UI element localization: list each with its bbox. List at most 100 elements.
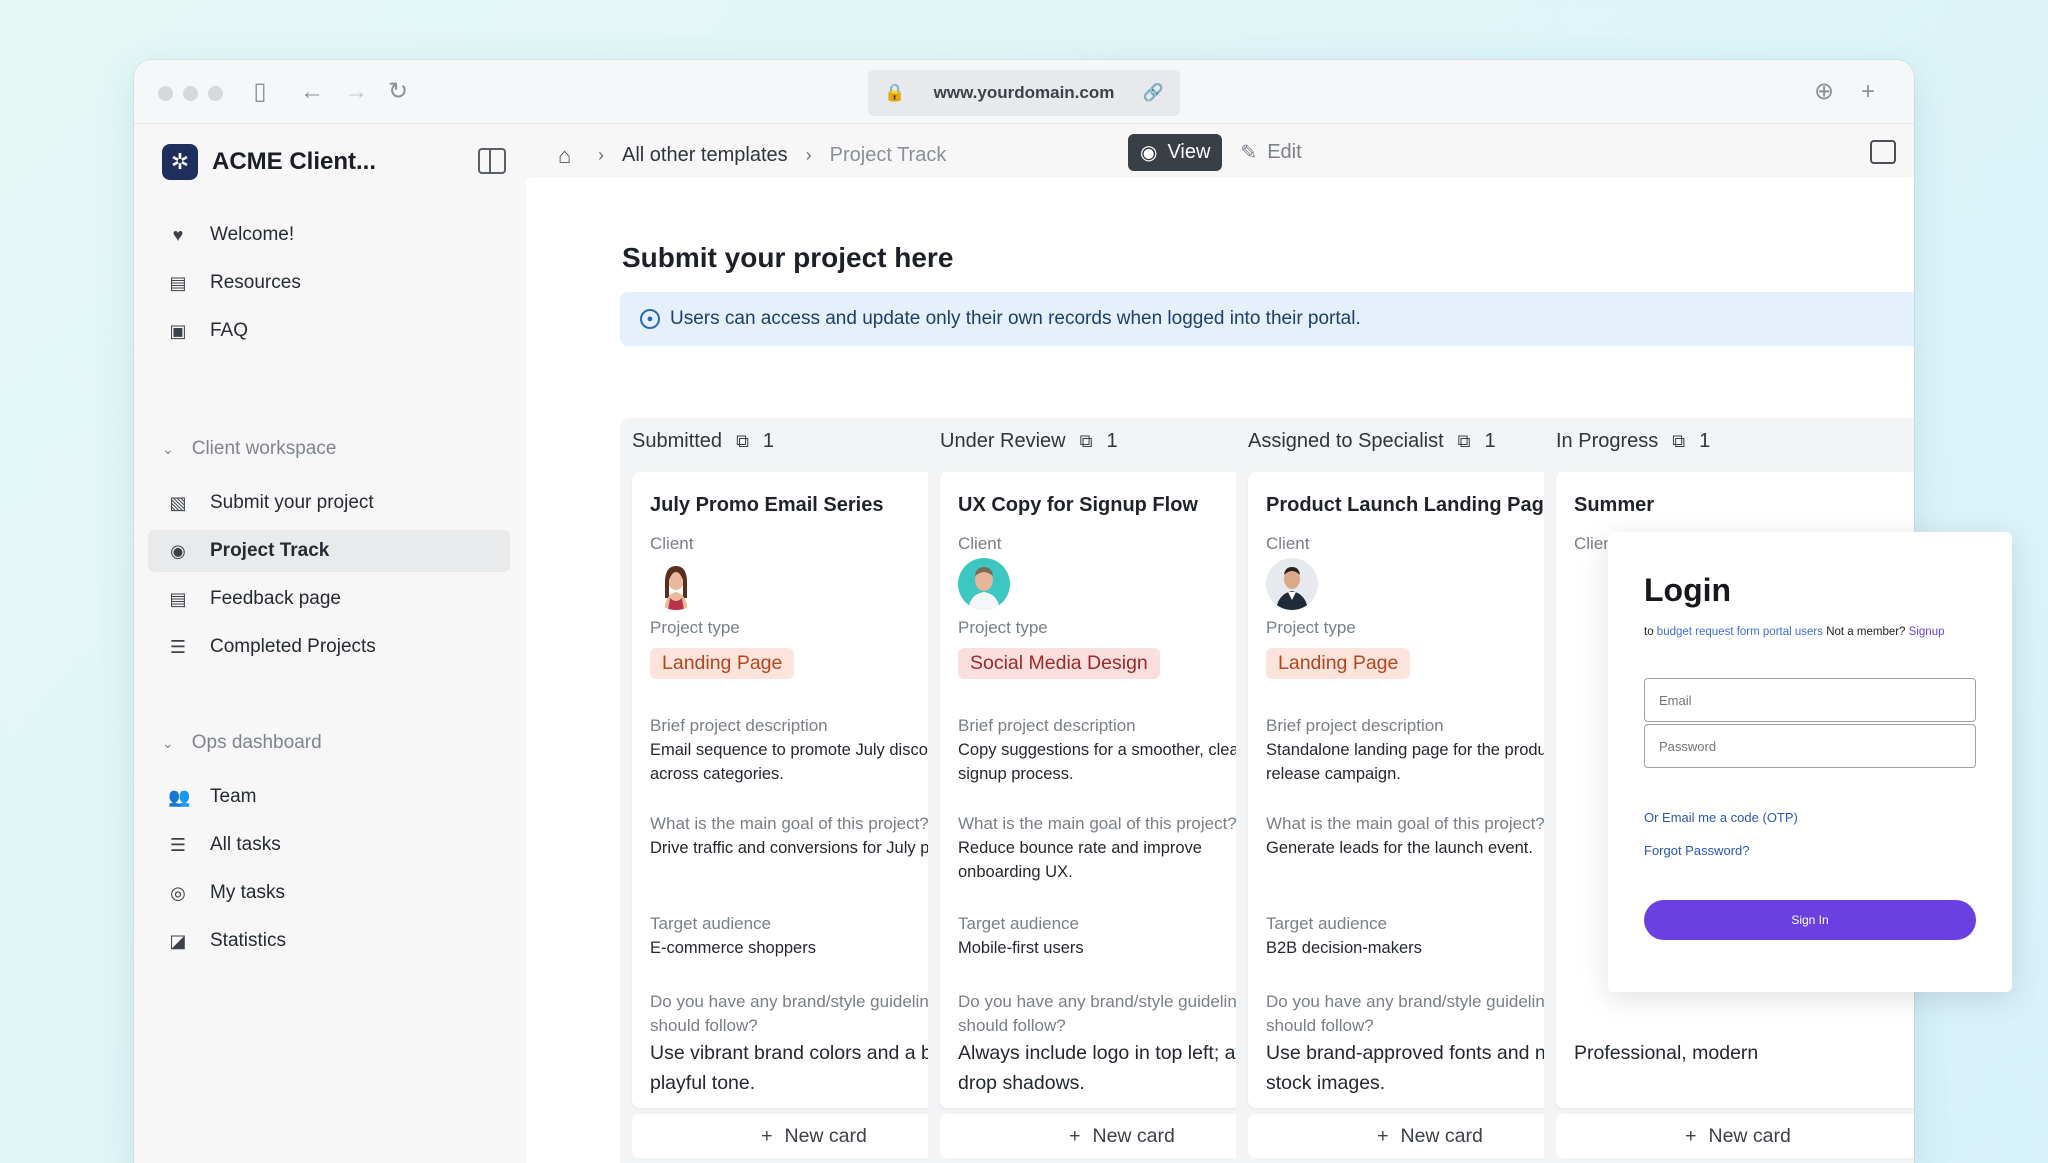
field-label-brief: Brief project description bbox=[958, 716, 1136, 735]
sidebar-item-label: Team bbox=[210, 786, 257, 807]
field-label-audience: Target audience bbox=[958, 914, 1079, 933]
otp-link[interactable]: Or Email me a code (OTP) bbox=[1644, 810, 1798, 825]
plus-icon: + bbox=[1377, 1124, 1389, 1147]
window-controls[interactable] bbox=[158, 86, 223, 101]
eye-icon: ◉ bbox=[1140, 142, 1158, 164]
new-card-label: New card bbox=[1400, 1124, 1483, 1147]
home-icon[interactable]: ⌂ bbox=[558, 144, 580, 167]
member-text: Not a member? bbox=[1826, 626, 1906, 638]
field-label-project-type: Project type bbox=[650, 618, 740, 637]
sidebar-item-label: My tasks bbox=[210, 882, 285, 903]
sidebar-item-label: FAQ bbox=[210, 320, 249, 341]
field-label-goal: What is the main goal of this project? bbox=[958, 814, 1237, 833]
collapse-sidebar-icon[interactable] bbox=[478, 148, 506, 174]
client-avatar bbox=[958, 558, 1010, 610]
link-icon[interactable]: 🔗 bbox=[1143, 83, 1164, 103]
sidebar-item-submit-project[interactable]: ▧ Submit your project bbox=[148, 482, 510, 524]
reload-icon[interactable]: ↻ bbox=[384, 78, 412, 106]
client-avatar bbox=[650, 558, 702, 610]
sidebar-item-label: Submit your project bbox=[210, 492, 374, 513]
address-bar[interactable]: 🔒 www.yourdomain.com 🔗 bbox=[868, 70, 1180, 116]
card-title: Summer bbox=[1574, 494, 1655, 516]
user-scan-icon: ◎ bbox=[170, 882, 186, 903]
back-arrow-icon[interactable]: ← bbox=[298, 78, 326, 106]
sidebar-item-feedback[interactable]: ▤ Feedback page bbox=[148, 578, 510, 620]
client-avatar bbox=[1266, 558, 1318, 610]
sidebar-item-welcome[interactable]: ♥ Welcome! bbox=[148, 214, 510, 256]
sidebar-toggle-icon[interactable]: ▯ bbox=[246, 78, 274, 106]
chevron-right-icon: › bbox=[598, 145, 604, 165]
app-name: ACME Client... bbox=[212, 148, 377, 175]
cards-icon: ⧉ bbox=[736, 431, 749, 451]
login-title: Login bbox=[1644, 572, 1732, 608]
cards-icon: ⧉ bbox=[1457, 431, 1471, 451]
table-icon: ☰ bbox=[169, 834, 187, 855]
sidebar-item-project-track[interactable]: ◉ Project Track bbox=[148, 530, 510, 572]
column-header: Submitted ⧉ 1 bbox=[632, 430, 774, 453]
zoom-dot[interactable] bbox=[208, 86, 223, 101]
download-icon[interactable]: ⊕ bbox=[1810, 78, 1838, 106]
project-type-badge: Social Media Design bbox=[958, 648, 1160, 679]
access-notice: ● Users can access and update only their… bbox=[620, 292, 1914, 346]
new-card-button[interactable]: + New card bbox=[1556, 1114, 1914, 1158]
new-card-label: New card bbox=[1092, 1124, 1175, 1147]
plus-icon: + bbox=[1685, 1124, 1697, 1147]
password-field[interactable] bbox=[1644, 724, 1976, 768]
sidebar-item-faq[interactable]: ▣ FAQ bbox=[148, 310, 510, 352]
minimize-dot[interactable] bbox=[183, 86, 198, 101]
edit-label: Edit bbox=[1267, 141, 1302, 163]
page-title: Submit your project here bbox=[622, 242, 954, 273]
project-type-badge: Landing Page bbox=[650, 648, 795, 679]
card-title: Product Launch Landing Page bbox=[1266, 494, 1555, 516]
sidebar-item-resources[interactable]: ▤ Resources bbox=[148, 262, 510, 304]
column-count: 1 bbox=[1106, 430, 1118, 452]
field-label-project-type: Project type bbox=[958, 618, 1048, 637]
plus-icon: + bbox=[761, 1124, 773, 1147]
field-label-brief: Brief project description bbox=[650, 716, 828, 735]
sign-in-button[interactable]: Sign In bbox=[1644, 900, 1976, 940]
view-button[interactable]: ◉ View bbox=[1128, 134, 1223, 171]
email-field[interactable] bbox=[1644, 678, 1976, 722]
signup-link[interactable]: Signup bbox=[1909, 626, 1945, 638]
portal-profile-icon[interactable] bbox=[1870, 140, 1896, 164]
chevron-down-icon: ⌄ bbox=[162, 440, 174, 457]
field-label-client: Client bbox=[1266, 534, 1310, 553]
user-shield-icon: ● bbox=[640, 309, 660, 329]
close-dot[interactable] bbox=[158, 86, 173, 101]
breadcrumb-link[interactable]: All other templates bbox=[622, 144, 788, 167]
sidebar-item-team[interactable]: 👥 Team bbox=[148, 776, 510, 818]
new-tab-icon[interactable]: + bbox=[1854, 78, 1882, 106]
portal-link[interactable]: budget request form portal users bbox=[1657, 626, 1823, 638]
edit-button[interactable]: ✎ Edit bbox=[1228, 134, 1313, 171]
field-label-audience: Target audience bbox=[1266, 914, 1387, 933]
sidebar-item-completed-projects[interactable]: ☰ Completed Projects bbox=[148, 626, 510, 668]
breadcrumb: ⌂ › All other templates › Project Track bbox=[558, 144, 946, 167]
sidebar-item-my-tasks[interactable]: ◎ My tasks bbox=[148, 872, 510, 914]
sidebar-item-all-tasks[interactable]: ☰ All tasks bbox=[148, 824, 510, 866]
card-title: UX Copy for Signup Flow bbox=[958, 494, 1198, 516]
column-header: In Progress ⧉ 1 bbox=[1556, 430, 1710, 453]
file-add-icon: ▧ bbox=[169, 492, 187, 513]
forgot-password-link[interactable]: Forgot Password? bbox=[1644, 843, 1750, 858]
section-label: Client workspace bbox=[191, 438, 337, 459]
url-text: www.yourdomain.com bbox=[933, 83, 1115, 102]
column-title: Assigned to Specialist bbox=[1248, 430, 1444, 452]
field-label-goal: What is the main goal of this project? bbox=[1266, 814, 1545, 833]
section-client-workspace[interactable]: ⌄ Client workspace bbox=[162, 438, 336, 460]
column-title: Submitted bbox=[632, 430, 723, 452]
field-label-brief: Brief project description bbox=[1266, 716, 1444, 735]
sidebar-item-label: Welcome! bbox=[210, 224, 295, 245]
heart-icon: ♥ bbox=[172, 224, 184, 245]
app-brand[interactable]: ✲ ACME Client... bbox=[162, 144, 376, 180]
sidebar-item-label: All tasks bbox=[210, 834, 281, 855]
new-card-label: New card bbox=[1708, 1124, 1791, 1147]
subtitle-prefix: to bbox=[1644, 626, 1654, 638]
cards-icon: ⧉ bbox=[1079, 431, 1093, 451]
forward-arrow-icon[interactable]: → bbox=[342, 78, 370, 106]
column-count: 1 bbox=[1699, 430, 1711, 452]
sidebar-item-label: Statistics bbox=[210, 930, 287, 951]
sidebar-item-statistics[interactable]: ◪ Statistics bbox=[148, 920, 510, 962]
section-ops-dashboard[interactable]: ⌄ Ops dashboard bbox=[162, 732, 322, 754]
guidelines-value: Professional, modern bbox=[1574, 1042, 1759, 1064]
login-panel: Login to budget request form portal user… bbox=[1608, 532, 2012, 992]
